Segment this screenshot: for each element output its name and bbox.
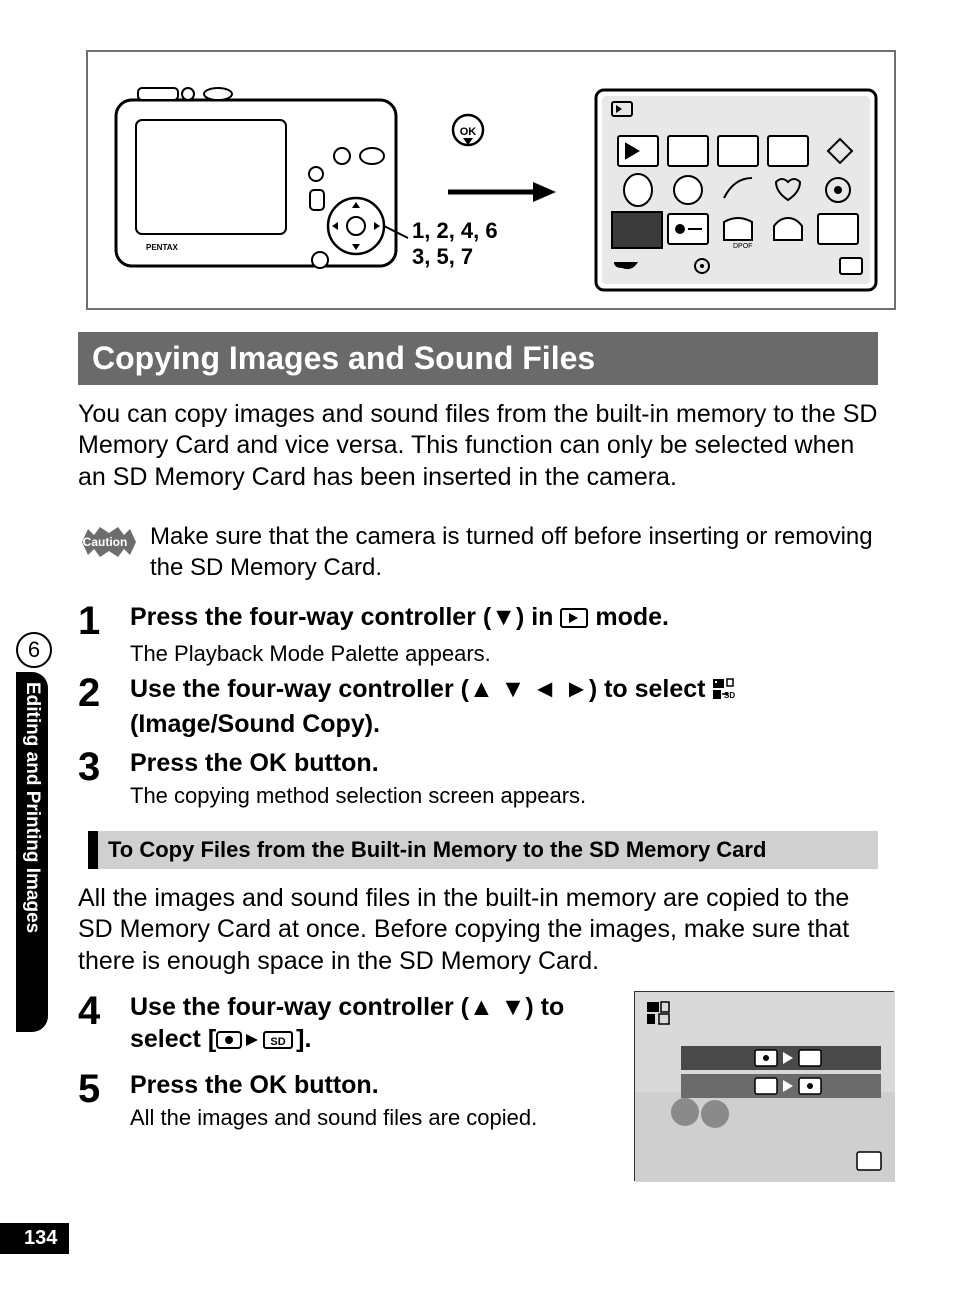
sub-body-paragraph: All the images and sound files in the bu… (78, 883, 878, 977)
text: mode. (588, 603, 669, 631)
text: ) in (516, 603, 560, 631)
step-5-title: Press the OK button. (130, 1069, 604, 1102)
svg-text:SD: SD (724, 691, 735, 700)
svg-text:DPOF: DPOF (733, 243, 752, 250)
ok-button-label: OK (250, 749, 288, 777)
diagram-frame: PENTAX OK (86, 50, 896, 310)
caution-text: Make sure that the camera is turned off … (150, 521, 878, 583)
text: Use the four-way controller ( (130, 993, 469, 1021)
chapter-tab: 6 Editing and Printing Images (16, 632, 52, 1032)
svg-text:SD: SD (271, 1036, 286, 1048)
up-triangle-icon: ▲ (469, 993, 494, 1021)
up-triangle-icon: ▲ (469, 675, 494, 703)
step-2-title: Use the four-way controller (▲ ▼ ◄ ►) to… (130, 673, 878, 741)
step-4-title: Use the four-way controller (▲ ▼) to sel… (130, 991, 604, 1059)
step-3-title: Press the OK button. (130, 747, 878, 780)
text: Press the (130, 1071, 250, 1099)
text: Use the four-way controller ( (130, 675, 469, 703)
memory-to-sd-icon: SD (216, 1026, 296, 1059)
svg-text:OK: OK (460, 126, 477, 138)
text: ) to select (589, 675, 713, 703)
chapter-title: Editing and Printing Images (21, 682, 43, 1032)
playback-mode-icon (560, 604, 588, 637)
subheading: To Copy Files from the Built-in Memory t… (88, 831, 878, 869)
diagram-callout-1: 1, 2, 4, 6 (412, 218, 498, 244)
left-triangle-icon: ◄ (532, 675, 557, 703)
step-1-number: 1 (78, 601, 102, 667)
svg-text:PENTAX: PENTAX (146, 243, 179, 252)
section-heading: Copying Images and Sound Files (78, 332, 878, 385)
diagram-callout-2: 3, 5, 7 (412, 244, 473, 270)
page-number: 134 (0, 1223, 69, 1254)
camera-diagram: PENTAX OK (88, 52, 898, 312)
step-3-sub: The copying method selection screen appe… (130, 783, 878, 809)
text: button. (287, 749, 379, 777)
intro-paragraph: You can copy images and sound files from… (78, 399, 878, 493)
caution-label: Caution (83, 535, 128, 549)
caution-icon: Caution (78, 521, 132, 563)
text: ]. (296, 1025, 311, 1053)
chapter-number: 6 (16, 632, 52, 668)
text: button. (287, 1071, 379, 1099)
copy-method-screenshot (634, 991, 894, 1181)
text: Press the (130, 749, 250, 777)
step-1-sub: The Playback Mode Palette appears. (130, 641, 878, 667)
step-5-number: 5 (78, 1069, 102, 1132)
step-5-sub: All the images and sound files are copie… (130, 1105, 604, 1131)
step-3-number: 3 (78, 747, 102, 810)
down-triangle-icon: ▼ (501, 993, 526, 1021)
step-4-number: 4 (78, 991, 102, 1059)
text: Press the four-way controller ( (130, 603, 491, 631)
step-1-title: Press the four-way controller (▼) in mod… (130, 601, 878, 637)
step-2-number: 2 (78, 673, 102, 741)
ok-button-label: OK (250, 1071, 288, 1099)
down-triangle-icon: ▼ (491, 603, 516, 631)
text: (Image/Sound Copy). (130, 710, 380, 738)
image-sound-copy-icon: SD (712, 676, 736, 709)
right-triangle-icon: ► (564, 675, 589, 703)
down-triangle-icon: ▼ (501, 675, 526, 703)
